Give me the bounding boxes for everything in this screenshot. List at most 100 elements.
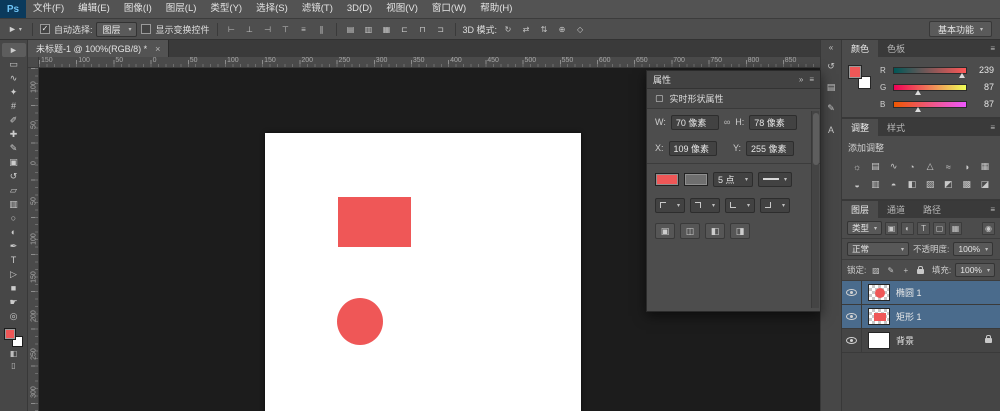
menu-help[interactable]: 帮助(H) — [473, 0, 519, 18]
red-value[interactable]: 239 — [972, 65, 994, 75]
info-panel-icon[interactable]: ▤ — [823, 81, 839, 94]
3d-mode-icon[interactable]: ◇ — [573, 23, 587, 36]
gradient-tool[interactable]: ▥ — [2, 197, 26, 211]
expand-panels-icon[interactable]: « — [829, 43, 833, 52]
gradient-map-icon[interactable]: ▩ — [958, 178, 976, 191]
menu-select[interactable]: 选择(S) — [249, 0, 295, 18]
slider-thumb[interactable] — [915, 90, 921, 95]
selective-color-icon[interactable]: ◪ — [976, 178, 994, 191]
layer-row-background[interactable]: 背景 — [842, 329, 1000, 353]
foreground-color-swatch[interactable] — [848, 65, 862, 79]
3d-mode-icon[interactable]: ⇅ — [537, 23, 551, 36]
crop-tool[interactable]: # — [2, 99, 26, 113]
photo-filter-icon[interactable]: ◒ — [848, 178, 866, 191]
blue-value[interactable]: 87 — [972, 99, 994, 109]
stroke-width-dropdown[interactable]: 5 点 ▾ — [713, 172, 753, 187]
distribute-icon[interactable]: ▥ — [362, 23, 376, 36]
layer-row-ellipse[interactable]: 椭圆 1 — [842, 281, 1000, 305]
filter-adjustment-layers-icon[interactable]: ◐ — [901, 222, 914, 235]
history-brush-tool[interactable]: ↺ — [2, 169, 26, 183]
panel-menu-icon[interactable]: ≡ — [985, 201, 1000, 218]
slider-thumb[interactable] — [915, 107, 921, 112]
brightness-contrast-icon[interactable]: ☼ — [848, 160, 866, 173]
fill-dropdown[interactable]: 100% ▾ — [955, 263, 995, 277]
pathfinder-subtract-button[interactable]: ◫ — [680, 223, 700, 239]
horizontal-ruler[interactable]: 150 100 50 0 50 100 150 200 250 300 350 … — [39, 57, 820, 67]
document-tab[interactable]: 未标题-1 @ 100%(RGB/8) * × — [28, 40, 169, 57]
move-tool[interactable]: ► — [2, 43, 26, 57]
filter-shape-layers-icon[interactable]: ▢ — [933, 222, 946, 235]
layer-thumbnail[interactable] — [868, 284, 890, 301]
green-slider[interactable] — [893, 84, 967, 91]
vertical-ruler[interactable]: 100 50 0 50 100 150 200 250 300 — [28, 68, 39, 411]
stroke-color-swatch[interactable] — [684, 173, 708, 186]
fill-color-swatch[interactable] — [655, 173, 679, 186]
exposure-icon[interactable]: ◔ — [903, 160, 921, 173]
tab-paths[interactable]: 路径 — [914, 201, 950, 218]
panel-menu-icon[interactable]: ≡ — [809, 75, 814, 84]
height-input[interactable]: 78 像素 — [749, 115, 797, 130]
auto-select-dropdown[interactable]: 图层 ▾ — [96, 22, 137, 37]
distribute-icon[interactable]: ⊏ — [398, 23, 412, 36]
align-icon[interactable]: ⊢ — [225, 23, 239, 36]
rectangle-shape[interactable] — [338, 197, 411, 247]
x-input[interactable]: 109 像素 — [669, 141, 717, 156]
ellipse-shape[interactable] — [337, 298, 383, 345]
distribute-icon[interactable]: ▤ — [344, 23, 358, 36]
black-white-icon[interactable]: ▦ — [976, 160, 994, 173]
tab-channels[interactable]: 通道 — [878, 201, 914, 218]
type-tool[interactable]: T — [2, 253, 26, 267]
visibility-toggle[interactable] — [842, 329, 862, 352]
filter-kind-dropdown[interactable]: 类型 ▾ — [847, 221, 882, 235]
lock-transparency-icon[interactable]: ▨ — [870, 264, 881, 276]
threshold-icon[interactable]: ◩ — [939, 178, 957, 191]
document-page[interactable] — [265, 133, 581, 411]
corner-tr-input[interactable]: ▾ — [690, 198, 720, 213]
pen-tool[interactable]: ✒ — [2, 239, 26, 253]
clone-stamp-tool[interactable]: ▣ — [2, 155, 26, 169]
layer-row-rectangle[interactable]: 矩形 1 — [842, 305, 1000, 329]
filter-pixel-layers-icon[interactable]: ▣ — [885, 222, 898, 235]
posterize-icon[interactable]: ▨ — [921, 178, 939, 191]
y-input[interactable]: 255 像素 — [746, 141, 794, 156]
blur-tool[interactable]: ○ — [2, 211, 26, 225]
green-value[interactable]: 87 — [972, 82, 994, 92]
properties-header[interactable]: 属性 » ≡ — [647, 71, 820, 89]
quick-select-tool[interactable]: ✦ — [2, 85, 26, 99]
layer-thumbnail[interactable] — [868, 308, 890, 325]
tab-swatches[interactable]: 色板 — [878, 40, 914, 57]
layer-name[interactable]: 椭圆 1 — [896, 286, 922, 299]
filter-smart-objects-icon[interactable]: ▦ — [949, 222, 962, 235]
hand-tool[interactable]: ☛ — [2, 295, 26, 309]
pathfinder-intersect-button[interactable]: ◧ — [705, 223, 725, 239]
eyedropper-tool[interactable]: ✐ — [2, 113, 26, 127]
distribute-icon[interactable]: ⊓ — [416, 23, 430, 36]
menu-type[interactable]: 类型(Y) — [203, 0, 249, 18]
menu-layer[interactable]: 图层(L) — [159, 0, 204, 18]
blue-slider[interactable] — [893, 101, 967, 108]
tab-color[interactable]: 颜色 — [842, 40, 878, 57]
align-icon[interactable]: ⊤ — [279, 23, 293, 36]
zoom-tool[interactable]: ◎ — [2, 309, 26, 323]
foreground-color-swatch[interactable] — [4, 328, 16, 340]
menu-window[interactable]: 窗口(W) — [425, 0, 473, 18]
menu-file[interactable]: 文件(F) — [26, 0, 71, 18]
link-dimensions-icon[interactable]: ∞ — [724, 117, 730, 127]
layer-name[interactable]: 矩形 1 — [896, 310, 922, 323]
scrollbar-thumb[interactable] — [813, 113, 819, 165]
width-input[interactable]: 70 像素 — [671, 115, 719, 130]
menu-image[interactable]: 图像(I) — [117, 0, 159, 18]
lock-position-icon[interactable]: + — [900, 264, 911, 276]
eraser-tool[interactable]: ▱ — [2, 183, 26, 197]
align-icon[interactable]: ≡ — [297, 23, 311, 36]
hue-saturation-icon[interactable]: ≈ — [939, 160, 957, 173]
screen-mode-button[interactable]: ▯ — [2, 359, 26, 371]
layer-thumbnail[interactable] — [868, 332, 890, 349]
vibrance-icon[interactable]: △ — [921, 160, 939, 173]
3d-mode-icon[interactable]: ↻ — [501, 23, 515, 36]
healing-brush-tool[interactable]: ✚ — [2, 127, 26, 141]
filter-type-layers-icon[interactable]: T — [917, 222, 930, 235]
brush-tool[interactable]: ✎ — [2, 141, 26, 155]
close-icon[interactable]: × — [155, 44, 160, 54]
panel-menu-icon[interactable]: ≡ — [985, 119, 1000, 136]
